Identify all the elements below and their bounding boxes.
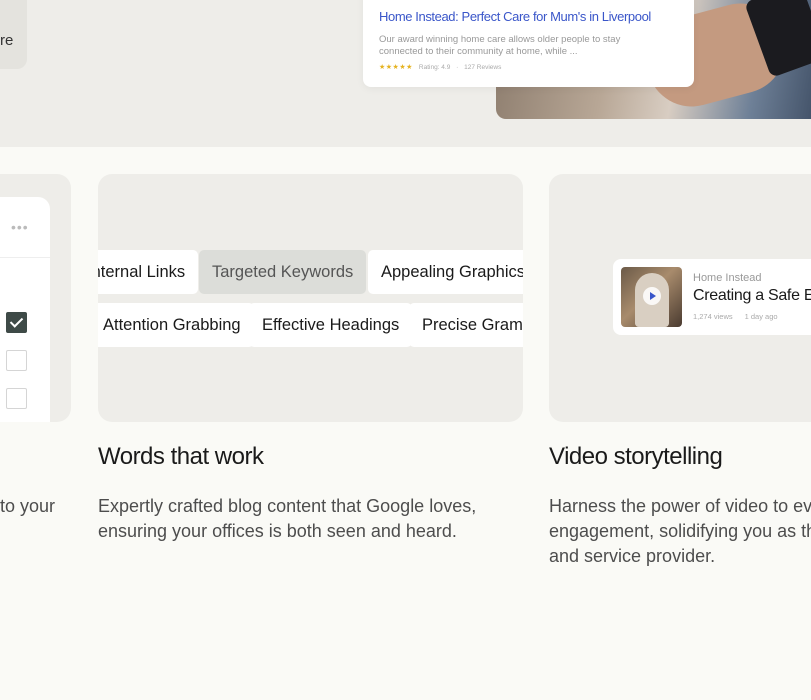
video-result-card[interactable]: Home Instead Creating a Safe Environment… — [613, 259, 811, 335]
divider — [0, 257, 50, 258]
meta-separator: · — [456, 64, 459, 71]
search-result-card[interactable]: Home Instead: Perfect Care for Mum's in … — [363, 0, 694, 87]
search-result-title[interactable]: Home Instead: Perfect Care for Mum's in … — [379, 9, 651, 24]
play-icon[interactable] — [643, 287, 661, 305]
more-options-icon[interactable]: ••• — [11, 220, 29, 234]
video-views: 1,274 views — [693, 312, 733, 321]
keyword-pill[interactable]: Precise Grammar — [409, 303, 523, 347]
search-result-description: Our award winning home care allows older… — [379, 34, 621, 57]
keyword-pill[interactable]: Internal Links — [98, 250, 199, 294]
video-age: 1 day ago — [744, 312, 778, 321]
video-body-line: Harness the power of video to evolve — [549, 496, 811, 516]
left-section-body-fragment: to your — [0, 496, 56, 516]
checkbox-unchecked[interactable] — [6, 388, 27, 409]
keyword-pill[interactable]: Attention Grabbing — [98, 303, 254, 347]
video-body-line: and service provider. — [549, 546, 716, 566]
checkbox-unchecked[interactable] — [6, 350, 27, 371]
video-card-panel: Home Instead Creating a Safe Environment… — [549, 174, 811, 422]
rating-value: Rating: 4.9 — [418, 64, 451, 71]
checkbox-checked[interactable] — [6, 312, 27, 333]
keywords-card: Internal Links Targeted Keywords Appeali… — [98, 174, 523, 422]
video-body-line: engagement, solidifying you as the — [549, 521, 811, 541]
checklist-panel: ••• — [0, 197, 50, 422]
rating-stars-icon: ★★★★★ — [379, 64, 413, 71]
video-meta: 1,274 views 1 day ago — [693, 312, 778, 321]
video-channel-name: Home Instead — [693, 272, 762, 284]
keyword-pill[interactable]: Effective Headings — [249, 303, 413, 347]
feature-card-partial: re — [0, 0, 27, 69]
video-title[interactable]: Creating a Safe Environment — [693, 287, 811, 305]
words-body-line: ensuring your offices is both seen and h… — [98, 521, 457, 541]
video-thumbnail[interactable] — [621, 267, 682, 327]
words-heading: Words that work — [98, 443, 264, 470]
checklist-card: ••• — [0, 174, 71, 422]
keyword-pill[interactable]: Appealing Graphics — [368, 250, 523, 294]
words-body-line: Expertly crafted blog content that Googl… — [98, 496, 477, 516]
search-result-meta: ★★★★★ Rating: 4.9 · 127 Reviews — [379, 63, 501, 71]
video-heading: Video storytelling — [549, 443, 723, 470]
feature-card-fragment-text: re — [0, 32, 14, 49]
review-count: 127 Reviews — [464, 64, 502, 71]
top-band: re Home Instead: Perfect Care for Mum's … — [0, 0, 811, 147]
keyword-pill-active[interactable]: Targeted Keywords — [199, 250, 367, 294]
